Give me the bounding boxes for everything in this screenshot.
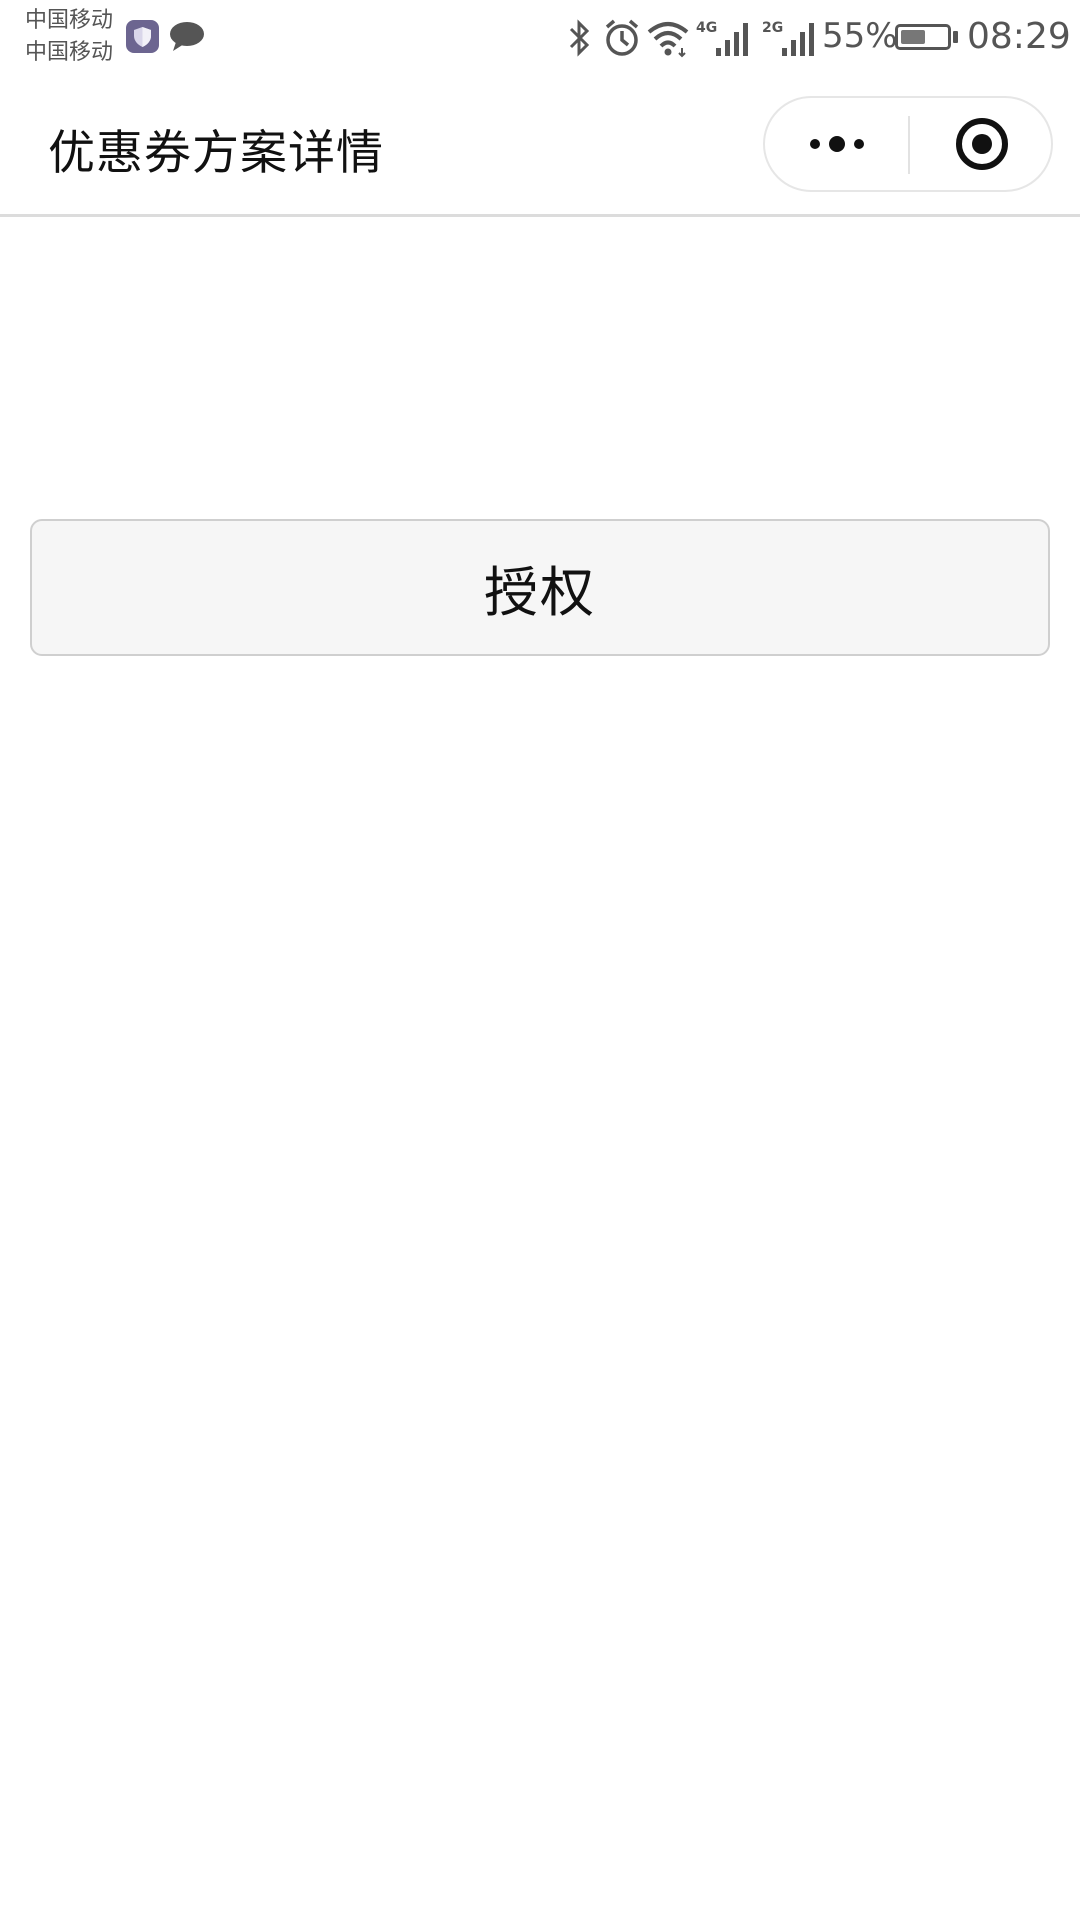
authorize-button[interactable]: 授权 [30,519,1050,656]
carrier-label-1: 中国移动 [25,8,114,33]
alarm-icon [603,18,641,62]
page-title: 优惠券方案详情 [48,126,384,181]
navigation-bar: 优惠券方案详情 [0,72,1080,217]
chat-bubble-icon [168,20,206,58]
security-shield-icon [126,20,159,53]
status-time: 08:29 [967,16,1071,57]
carrier-label-2: 中国移动 [25,40,114,65]
bluetooth-icon [567,18,593,62]
signal-4g-icon: 4G [694,18,752,64]
more-button[interactable] [765,98,908,190]
signal-2g-icon: 2G [760,18,818,64]
mini-program-capsule [763,96,1053,192]
svg-text:4G: 4G [696,20,717,36]
battery-percent: 55% [822,16,898,56]
close-button[interactable] [910,98,1053,190]
battery-level-fill [901,30,925,44]
battery-icon [895,24,951,50]
more-dots-icon [809,136,864,152]
wifi-icon [646,18,690,62]
status-bar: 中国移动 中国移动 4G 2G 55% 08:29 [0,0,1080,72]
battery-nub [953,31,958,43]
svg-text:2G: 2G [762,20,783,36]
close-target-icon [955,118,1008,170]
